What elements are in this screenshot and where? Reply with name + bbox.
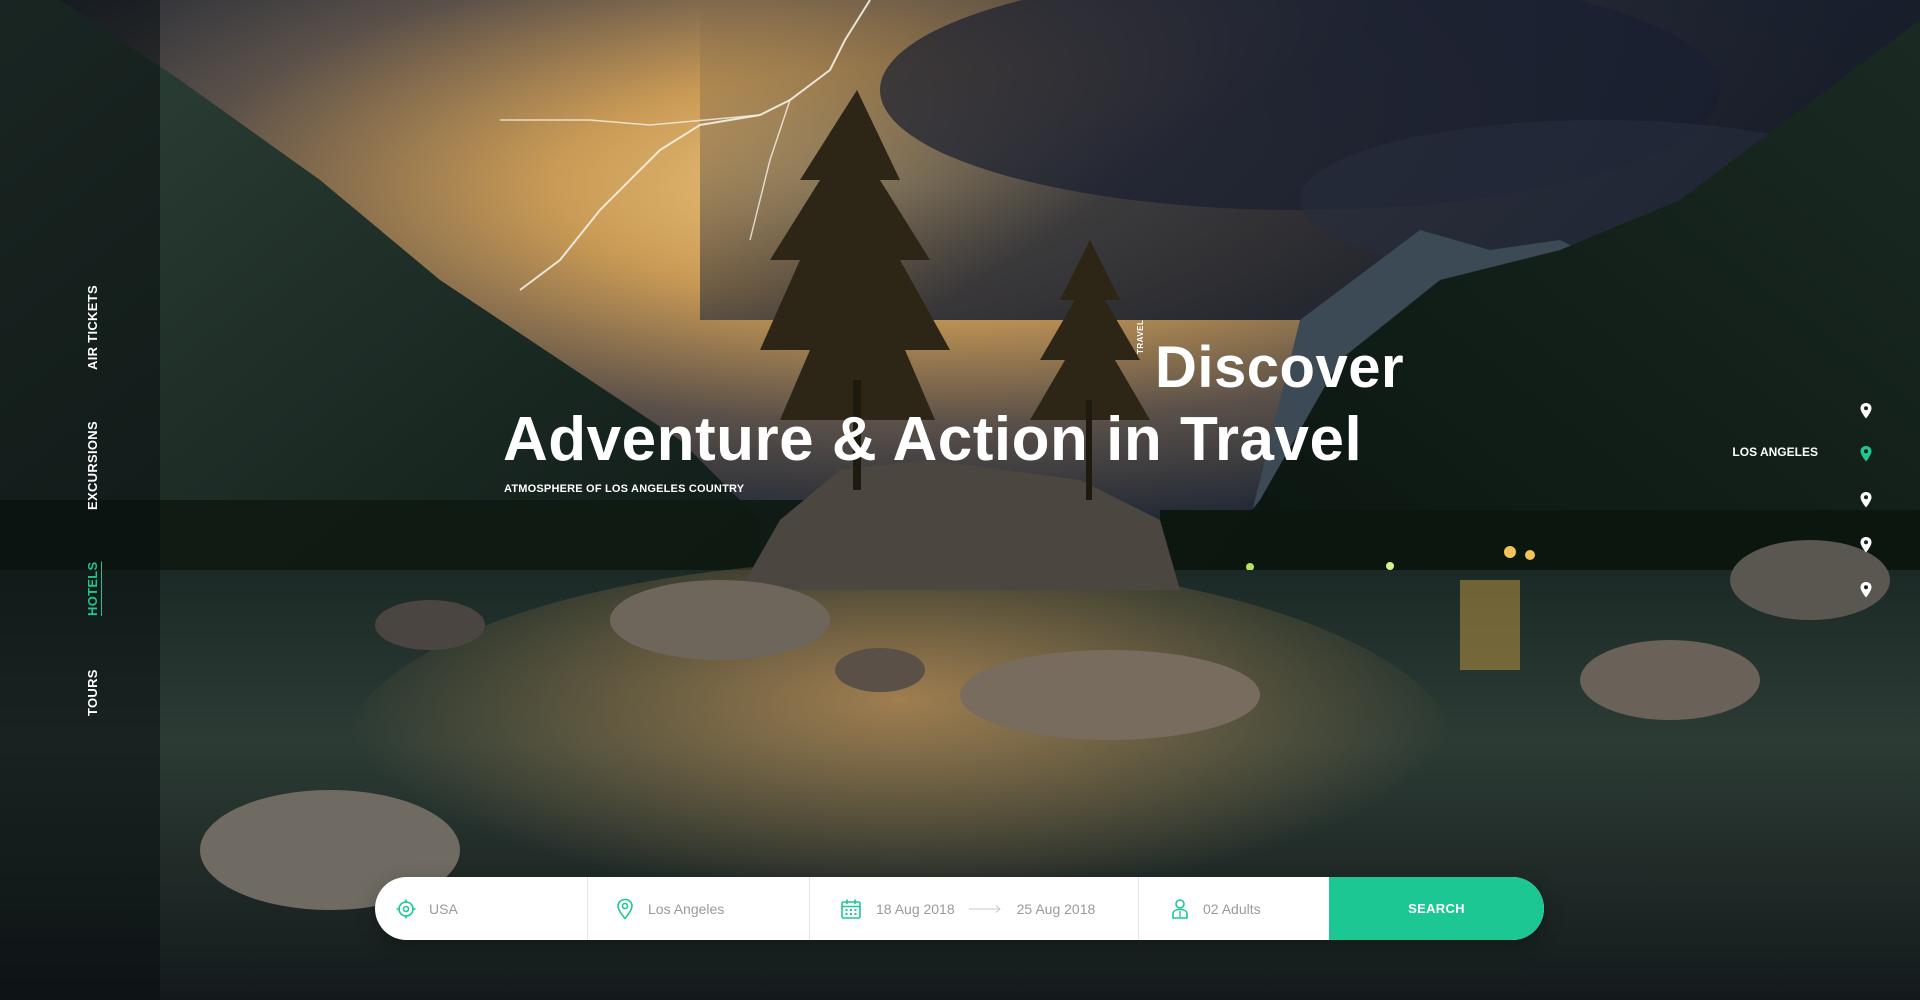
side-nav: AIR TICKETS EXCURSIONS HOTELS TOURS [0, 0, 170, 1000]
start-date[interactable]: 18 Aug 2018 [876, 901, 955, 917]
hero-kicker: TRAVEL [1136, 319, 1145, 354]
search-button[interactable]: SEARCH [1329, 877, 1544, 940]
map-pin-icon[interactable] [1859, 581, 1873, 599]
country-value: USA [429, 900, 458, 917]
end-date[interactable]: 25 Aug 2018 [1017, 901, 1096, 917]
location-pins: LOS ANGELES [1660, 400, 1920, 600]
side-nav-item-air-tickets[interactable]: AIR TICKETS [85, 285, 100, 370]
guests-value: 02 Adults [1203, 900, 1261, 917]
person-icon [1169, 898, 1191, 920]
map-pin-icon[interactable] [1859, 402, 1873, 420]
landscape-illustration [0, 0, 1920, 1000]
location-label-active[interactable]: LOS ANGELES [1732, 445, 1818, 459]
city-field[interactable]: Los Angeles [588, 877, 810, 940]
hero-title-line2: Adventure & Action in Travel [503, 405, 1363, 474]
map-pin-icon-active[interactable] [1859, 445, 1873, 463]
search-bar: USA Los Angeles 18 Aug 2018 25 Aug 2018 … [375, 877, 1544, 940]
city-value: Los Angeles [648, 900, 725, 917]
side-nav-item-excursions[interactable]: EXCURSIONS [85, 421, 100, 510]
map-pin-icon[interactable] [1859, 536, 1873, 554]
date-range-field[interactable]: 18 Aug 2018 25 Aug 2018 [810, 877, 1139, 940]
target-icon [395, 898, 417, 920]
country-field[interactable]: USA [375, 877, 588, 940]
hero-subtitle: ATMOSPHERE OF LOS ANGELES COUNTRY [504, 483, 745, 495]
map-pin-icon [614, 898, 636, 920]
hero-title-line1: Discover [1155, 335, 1405, 400]
side-nav-item-tours[interactable]: TOURS [85, 669, 100, 716]
arrow-right-icon [968, 904, 1001, 913]
guests-field[interactable]: 02 Adults [1139, 877, 1329, 940]
hero-background [0, 0, 1920, 1000]
side-nav-item-hotels[interactable]: HOTELS [85, 561, 100, 616]
calendar-icon [840, 898, 862, 920]
map-pin-icon[interactable] [1859, 491, 1873, 509]
